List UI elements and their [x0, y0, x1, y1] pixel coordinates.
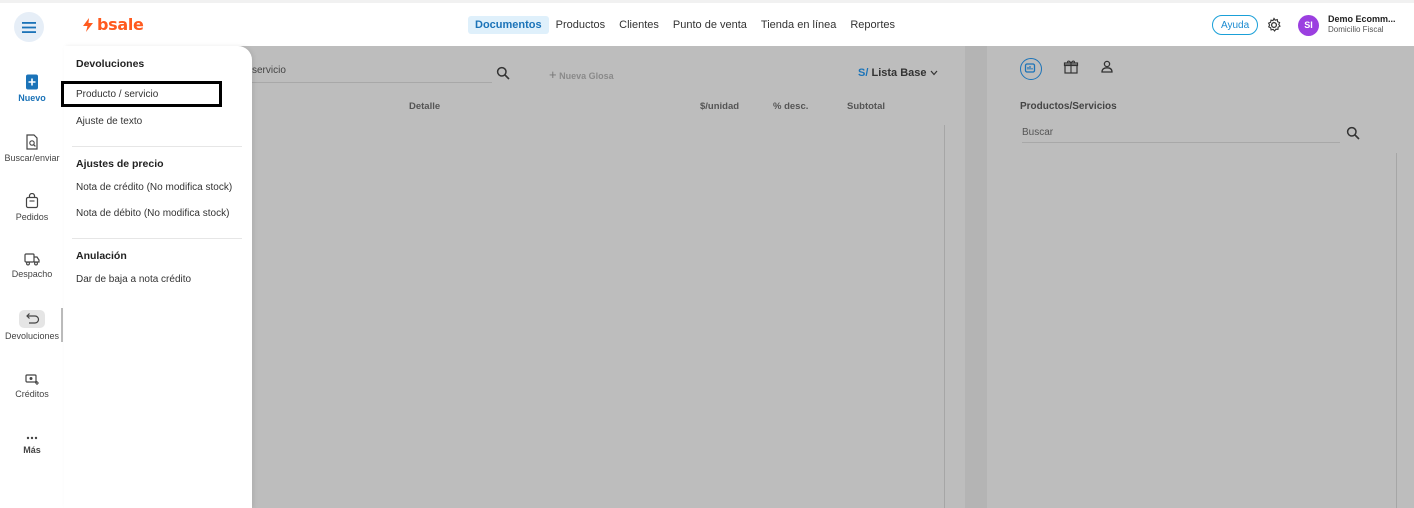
avatar[interactable]: SI	[1298, 15, 1319, 36]
gear-icon[interactable]	[1266, 17, 1282, 36]
help-button[interactable]: Ayuda	[1212, 15, 1259, 35]
right-panel-divider	[1396, 153, 1397, 508]
user-icon[interactable]	[1100, 59, 1114, 78]
top-bar: bsale Documentos Productos Clientes Punt…	[0, 0, 1414, 46]
nav-clientes[interactable]: Clientes	[612, 16, 666, 34]
sidebar-item-label: Buscar/enviar	[4, 153, 60, 163]
price-list-label: Lista Base	[871, 67, 927, 79]
column-header-unit-price: $/unidad	[700, 101, 740, 112]
new-gloss-button[interactable]: + Nueva Glosa	[549, 67, 614, 82]
bolt-icon	[83, 17, 93, 32]
menu-section-anulacion: Anulación	[76, 250, 127, 262]
nav-documentos[interactable]: Documentos	[468, 16, 549, 34]
more-icon	[26, 436, 38, 440]
user-name[interactable]: Demo Ecomm...	[1328, 14, 1396, 24]
sidebar-item-pedidos[interactable]: Pedidos	[0, 193, 64, 222]
menu-section-ajustes-precio: Ajustes de precio	[76, 158, 164, 170]
devoluciones-menu: Devoluciones Producto / servicio Ajuste …	[64, 46, 252, 508]
main-nav: Documentos Productos Clientes Punto de v…	[468, 16, 902, 34]
gift-icon[interactable]	[1063, 59, 1079, 78]
credit-icon	[25, 374, 39, 385]
sidebar-item-mas[interactable]: Más	[0, 434, 64, 455]
menu-divider	[72, 146, 242, 147]
search-icon[interactable]	[496, 66, 510, 83]
sidebar-item-label: Pedidos	[15, 212, 49, 222]
nav-productos[interactable]: Productos	[549, 16, 613, 34]
column-header-discount: % desc.	[773, 101, 809, 112]
sidebar-item-label: Despacho	[11, 269, 53, 279]
user-subtitle: Domicilio Fiscal	[1328, 25, 1384, 34]
panel-divider	[965, 46, 987, 508]
sidebar-item-label: Créditos	[15, 389, 49, 399]
new-doc-icon	[26, 74, 38, 90]
menu-item-dar-de-baja[interactable]: Dar de baja a nota crédito	[76, 274, 191, 285]
sidebar-item-buscar-enviar[interactable]: Buscar/enviar	[0, 134, 64, 163]
sidebar-item-nuevo[interactable]: Nuevo	[0, 74, 64, 103]
active-indicator	[61, 308, 63, 342]
menu-item-nota-credito[interactable]: Nota de crédito (No modifica stock)	[76, 182, 232, 193]
search-value: servicio	[252, 65, 286, 76]
sidebar-item-label: Más	[23, 445, 41, 455]
return-icon	[19, 310, 45, 328]
currency-symbol: S/	[858, 67, 869, 79]
column-header-subtotal: Subtotal	[847, 101, 885, 112]
nav-punto-de-venta[interactable]: Punto de venta	[666, 16, 754, 34]
products-panel-title: Productos/Servicios	[1020, 101, 1117, 112]
bag-icon	[25, 193, 39, 209]
menu-item-ajuste-de-texto[interactable]: Ajuste de texto	[76, 116, 142, 127]
logo[interactable]: bsale	[82, 15, 144, 34]
modal-overlay[interactable]	[64, 46, 1414, 508]
menu-item-nota-debito[interactable]: Nota de débito (No modifica stock)	[76, 208, 229, 219]
logo-text: bsale	[97, 15, 144, 34]
plus-icon: +	[549, 67, 557, 82]
product-search-input[interactable]: servicio	[252, 65, 492, 83]
column-divider	[944, 125, 945, 508]
menu-section-devoluciones: Devoluciones	[76, 58, 145, 70]
new-gloss-label: Nueva Glosa	[559, 71, 614, 81]
menu-divider	[72, 238, 242, 239]
sidebar-item-devoluciones[interactable]: Devoluciones	[0, 310, 64, 341]
product-grid-icon[interactable]	[1020, 58, 1042, 80]
search-doc-icon	[26, 134, 38, 150]
nav-reportes[interactable]: Reportes	[843, 16, 902, 34]
products-search-placeholder: Buscar	[1022, 127, 1054, 138]
products-search-input[interactable]: Buscar	[1022, 127, 1340, 143]
nav-tienda-en-linea[interactable]: Tienda en línea	[754, 16, 843, 34]
sidebar-item-label: Nuevo	[18, 93, 46, 103]
sidebar: Nuevo Buscar/enviar Pedidos Despacho Dev…	[0, 46, 64, 508]
price-list-selector[interactable]: S/ Lista Base	[858, 67, 938, 79]
selection-highlight	[61, 81, 222, 107]
menu-icon[interactable]	[14, 12, 44, 42]
sidebar-item-creditos[interactable]: Créditos	[0, 372, 64, 399]
column-header-detalle: Detalle	[409, 101, 441, 112]
search-icon[interactable]	[1346, 126, 1360, 143]
truck-icon	[24, 253, 40, 266]
sidebar-item-despacho[interactable]: Despacho	[0, 252, 64, 279]
sidebar-item-label: Devoluciones	[4, 331, 60, 341]
chevron-down-icon	[930, 70, 938, 76]
